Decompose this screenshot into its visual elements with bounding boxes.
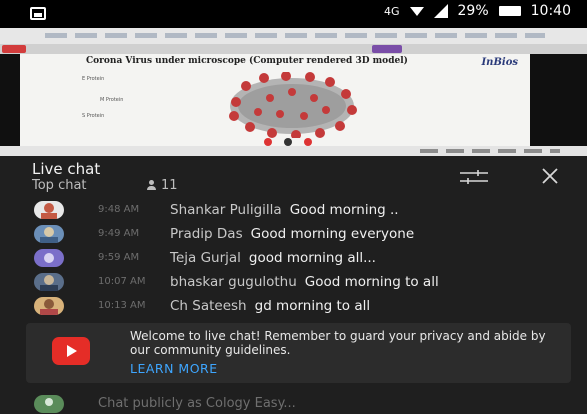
message-text: gd morning to all [254, 297, 371, 314]
status-bar: 4G 29% 10:40 [0, 0, 587, 28]
message-time: 10:07 AM [98, 276, 146, 287]
message-author[interactable]: Shankar Puligilla [170, 202, 282, 218]
chat-input-bar[interactable]: Chat publicly as Cology Easy... [0, 392, 587, 414]
youtube-icon [52, 337, 90, 365]
viewer-count-value: 11 [161, 178, 178, 193]
message-author[interactable]: Teja Gurjal [170, 250, 241, 266]
battery-icon [498, 6, 521, 16]
person-icon [146, 180, 157, 191]
top-chat-dropdown[interactable]: Top chat [32, 178, 87, 193]
presentation-slide: Corona Virus under microscope (Computer … [20, 54, 530, 146]
wifi-icon [409, 6, 424, 16]
clock: 10:40 [530, 3, 571, 19]
message-time: 10:13 AM [98, 300, 146, 311]
image-notification-icon [30, 7, 46, 20]
message-text: Good morning to all [304, 273, 439, 290]
chat-message[interactable]: 10:13 AM Ch Sateesh gd morning to all [0, 293, 587, 318]
browser-tab [372, 45, 402, 53]
chat-message[interactable]: 10:07 AM bhaskar gugulothu Good morning t… [0, 269, 587, 294]
notice-text: Welcome to live chat! Remember to guard … [130, 329, 546, 357]
chat-message[interactable]: 9:48 AM Shankar Puligilla Good morning .. [0, 197, 587, 222]
network-type: 4G [383, 4, 400, 18]
slide-next-button[interactable] [304, 138, 312, 146]
close-icon[interactable] [540, 166, 560, 186]
message-time: 9:49 AM [98, 228, 140, 239]
welcome-notice: Welcome to live chat! Remember to guard … [26, 323, 571, 383]
message-author[interactable]: bhaskar gugulothu [170, 274, 297, 290]
signal-icon [433, 4, 448, 18]
self-avatar [34, 395, 64, 413]
slide-pause-button[interactable] [284, 138, 292, 146]
message-text: Good morning .. [289, 201, 399, 218]
chat-header: Live chat Top chat 11 [0, 156, 587, 196]
avatar[interactable] [34, 248, 64, 267]
shared-screen-taskbar [0, 146, 587, 156]
filter-icon[interactable] [458, 170, 490, 184]
chat-input[interactable]: Chat publicly as Cology Easy... [98, 396, 296, 411]
chat-title: Live chat [32, 160, 101, 178]
virus-image [229, 72, 357, 138]
chat-message[interactable]: 9:49 AM Pradip Das Good morning everyone [0, 221, 587, 246]
shared-browser-tabs [0, 44, 587, 54]
message-time: 9:59 AM [98, 252, 140, 263]
message-time: 9:48 AM [98, 204, 140, 215]
slide-label: M Protein [100, 97, 124, 103]
chat-message[interactable]: 9:59 AM Teja Gurjal good morning all... [0, 245, 587, 270]
message-text: good morning all... [248, 249, 376, 266]
video-player[interactable]: Corona Virus under microscope (Computer … [0, 28, 587, 156]
avatar[interactable] [34, 272, 64, 291]
battery-percent: 29% [457, 3, 489, 19]
slide-prev-button[interactable] [264, 138, 272, 146]
avatar[interactable] [34, 200, 64, 219]
shared-browser-toolbar [0, 28, 587, 44]
avatar[interactable] [34, 296, 64, 315]
slide-label: E Protein [82, 76, 105, 82]
slide-logo: InBios [481, 57, 519, 68]
message-author[interactable]: Ch Sateesh [170, 298, 247, 314]
learn-more-link[interactable]: LEARN MORE [130, 361, 218, 376]
slide-title: Corona Virus under microscope (Computer … [86, 56, 408, 66]
message-author[interactable]: Pradip Das [170, 226, 243, 242]
slide-label: S Protein [82, 113, 105, 119]
avatar[interactable] [34, 224, 64, 243]
viewer-count: 11 [146, 178, 178, 193]
browser-tab [2, 45, 26, 53]
message-text: Good morning everyone [250, 225, 415, 242]
